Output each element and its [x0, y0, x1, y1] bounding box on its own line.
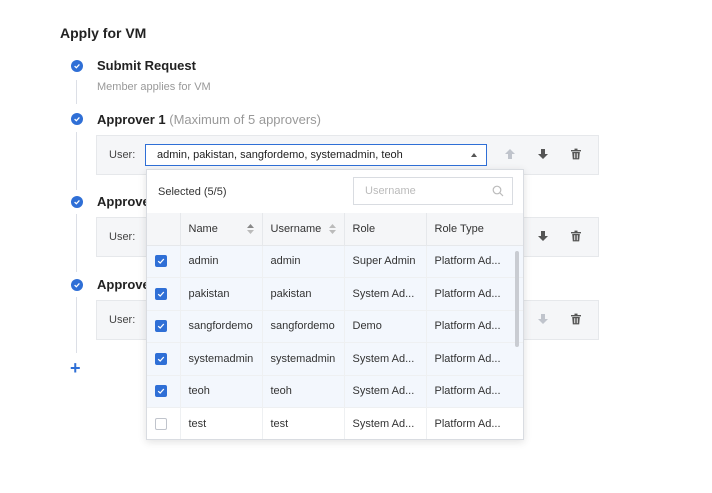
- step-submit-request: Submit Request: [97, 58, 196, 73]
- cell-role-type: Platform Ad...: [426, 407, 523, 439]
- arrow-down-icon[interactable]: [536, 147, 550, 161]
- trash-icon[interactable]: [569, 147, 583, 161]
- selected-count: Selected (5/5): [158, 186, 227, 198]
- approver-limit-hint: (Maximum of 5 approvers): [169, 112, 321, 127]
- chevron-up-icon[interactable]: [471, 153, 477, 157]
- row-checkbox-cell: [147, 375, 181, 408]
- step-connector: [76, 297, 77, 353]
- search-icon[interactable]: [492, 185, 504, 197]
- cell-role: System Ad...: [344, 375, 427, 408]
- cell-username: teoh: [262, 375, 345, 408]
- cell-username: sangfordemo: [262, 310, 345, 343]
- sort-icon[interactable]: [328, 224, 336, 234]
- check-icon: [157, 291, 165, 297]
- row-checkbox[interactable]: [155, 255, 167, 268]
- cell-name: admin: [180, 245, 263, 278]
- table-row[interactable]: test test System Ad... Platform Ad...: [147, 407, 523, 439]
- check-circle-icon: [71, 60, 83, 72]
- cell-role: Demo: [344, 310, 427, 343]
- cell-username: admin: [262, 245, 345, 278]
- username-search: [353, 177, 513, 205]
- trash-icon[interactable]: [569, 229, 583, 243]
- table-row[interactable]: admin admin Super Admin Platform Ad...: [147, 245, 523, 278]
- plus-icon: +: [70, 358, 81, 378]
- add-approver-button[interactable]: +: [70, 358, 81, 379]
- arrow-down-icon[interactable]: [536, 312, 550, 326]
- cell-role-type: Platform Ad...: [426, 245, 523, 278]
- step-connector: [76, 132, 77, 190]
- cell-name: test: [180, 407, 263, 439]
- cell-username: test: [262, 407, 345, 439]
- cell-username: pakistan: [262, 277, 345, 311]
- step-connector: [76, 214, 77, 272]
- column-header-role-type: Role Type: [426, 213, 523, 246]
- table-row[interactable]: teoh teoh System Ad... Platform Ad...: [147, 375, 523, 408]
- cell-role: System Ad...: [344, 342, 427, 376]
- user-label: User:: [109, 231, 136, 243]
- user-select-dropdown: Selected (5/5) Name Username Role: [146, 169, 524, 440]
- step-connector: [76, 80, 77, 104]
- check-circle-icon: [71, 279, 83, 291]
- row-checkbox-cell: [147, 245, 181, 278]
- row-checkbox[interactable]: [155, 320, 167, 333]
- table-header-row: Name Username Role Role Type: [147, 213, 523, 246]
- column-header-username[interactable]: Username: [262, 213, 345, 246]
- row-checkbox[interactable]: [155, 287, 167, 300]
- cell-name: pakistan: [180, 277, 263, 311]
- row-checkbox[interactable]: [155, 385, 167, 398]
- row-checkbox[interactable]: [155, 352, 167, 365]
- selected-users-value: admin, pakistan, sangfordemo, systemadmi…: [157, 149, 403, 161]
- row-checkbox-cell: [147, 342, 181, 376]
- step-title-text: Approver 1: [97, 112, 166, 127]
- step-approver-1: Approver 1 (Maximum of 5 approvers): [97, 112, 321, 127]
- page-title: Apply for VM: [60, 25, 147, 41]
- sort-icon[interactable]: [246, 224, 254, 234]
- check-circle-icon: [71, 113, 83, 125]
- arrow-down-icon[interactable]: [536, 229, 550, 243]
- cell-name: teoh: [180, 375, 263, 408]
- cell-username: systemadmin: [262, 342, 345, 376]
- row-checkbox-cell: [147, 310, 181, 343]
- cell-role: System Ad...: [344, 277, 427, 311]
- approver-1-user-select[interactable]: admin, pakistan, sangfordemo, systemadmi…: [145, 144, 487, 166]
- row-checkbox[interactable]: [155, 417, 167, 430]
- check-circle-icon: [71, 196, 83, 208]
- check-icon: [157, 356, 165, 362]
- scrollbar[interactable]: [515, 251, 519, 347]
- trash-icon[interactable]: [569, 312, 583, 326]
- user-table: Name Username Role Role Type admin admin S…: [147, 213, 523, 439]
- cell-name: sangfordemo: [180, 310, 263, 343]
- cell-role-type: Platform Ad...: [426, 277, 523, 311]
- select-all-header: [147, 213, 181, 246]
- check-icon: [157, 323, 165, 330]
- table-row[interactable]: sangfordemo sangfordemo Demo Platform Ad...: [147, 310, 523, 343]
- user-label: User:: [109, 314, 136, 326]
- step-description: Member applies for VM: [97, 81, 211, 93]
- column-header-role: Role: [344, 213, 427, 246]
- user-label: User:: [109, 149, 136, 161]
- table-row[interactable]: systemadmin systemadmin System Ad... Platfo…: [147, 342, 523, 376]
- cell-role: Super Admin: [344, 245, 427, 278]
- column-header-name[interactable]: Name: [180, 213, 263, 246]
- username-search-input[interactable]: [354, 178, 495, 204]
- row-checkbox-cell: [147, 407, 181, 439]
- row-checkbox-cell: [147, 277, 181, 311]
- cell-name: systemadmin: [180, 342, 263, 376]
- table-row[interactable]: pakistan pakistan System Ad... Platform Ad.…: [147, 277, 523, 311]
- cell-role-type: Platform Ad...: [426, 310, 523, 343]
- check-icon: [157, 258, 165, 265]
- cell-role: System Ad...: [344, 407, 427, 439]
- check-icon: [157, 388, 165, 395]
- cell-role-type: Platform Ad...: [426, 375, 523, 408]
- arrow-up-icon[interactable]: [503, 147, 517, 161]
- cell-role-type: Platform Ad...: [426, 342, 523, 376]
